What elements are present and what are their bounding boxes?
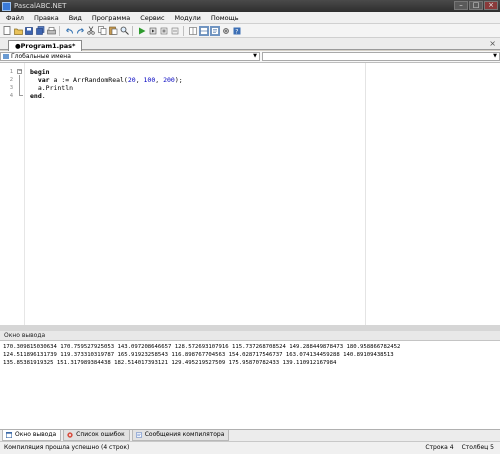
line-number-gutter: 1 2 3 4 (0, 63, 14, 326)
output-line: 135.85381919325 151.317989384438 182.514… (3, 360, 337, 366)
menu-view[interactable]: Вид (69, 14, 82, 22)
app-icon (2, 1, 11, 11)
window-title: PascalABC.NET (14, 2, 67, 10)
output-window[interactable]: 170.309815030634 170.759527925053 143.09… (0, 341, 500, 429)
split-vertical-icon[interactable] (188, 26, 198, 36)
paste-icon[interactable] (108, 26, 118, 36)
tab-output-window[interactable]: Окно вывода (2, 430, 62, 441)
chevron-down-icon: ▼ (253, 53, 257, 59)
cursor-row: Строка 4 (425, 444, 454, 451)
close-button[interactable]: × (484, 1, 498, 10)
print-icon[interactable] (46, 26, 56, 36)
cut-icon[interactable] (86, 26, 96, 36)
tab-label: Список ошибок (76, 431, 125, 438)
right-margin-guide (365, 63, 366, 326)
undo-icon[interactable] (64, 26, 74, 36)
toolbar-separator (132, 25, 136, 36)
fold-toggle-icon[interactable]: − (17, 69, 22, 74)
maximize-button[interactable]: □ (469, 1, 483, 10)
split-horizontal-icon[interactable] (199, 25, 209, 36)
settings-icon[interactable] (221, 26, 231, 36)
status-bar: Компиляция прошла успешно (4 строк) Стро… (0, 441, 500, 454)
chevron-down-icon: ▼ (493, 53, 497, 59)
close-tab-icon[interactable]: × (489, 39, 496, 48)
status-message: Компиляция прошла успешно (4 строк) (4, 444, 130, 451)
step-icon[interactable] (148, 26, 158, 36)
output-window-icon (6, 432, 12, 438)
code-line: a.Println (30, 84, 74, 92)
menu-service[interactable]: Сервис (140, 14, 164, 22)
global-names-dropdown[interactable]: Глобальные имена ▼ (0, 52, 260, 61)
bottom-panel-tabs: Окно вывода Список ошибок Сообщения комп… (0, 429, 500, 441)
menu-modules[interactable]: Модули (175, 14, 201, 22)
toolbar-separator (59, 25, 63, 36)
tab-label: Окно вывода (15, 431, 57, 438)
copy-icon[interactable] (97, 26, 107, 36)
save-icon[interactable] (24, 26, 34, 36)
code-line: begin (30, 68, 50, 76)
toolbar-separator (183, 25, 187, 36)
open-icon[interactable] (13, 26, 23, 36)
output-line: 170.309815030634 170.759527925053 143.09… (3, 344, 401, 350)
error-list-icon (67, 432, 73, 438)
svg-text:?: ? (235, 28, 238, 35)
new-file-icon[interactable] (2, 26, 12, 36)
menu-edit[interactable]: Правка (34, 14, 59, 22)
compiler-messages-icon (135, 432, 142, 438)
members-dropdown[interactable]: ▼ (262, 52, 500, 61)
code-line: var a := ArrRandomReal(20, 100, 200); (30, 76, 183, 84)
code-line: end. (30, 92, 46, 100)
namespace-icon (3, 54, 9, 59)
tab-label: Сообщения компилятора (144, 431, 225, 438)
line-number: 2 (9, 77, 13, 83)
cursor-column: Столбец 5 (461, 444, 494, 451)
run-icon[interactable] (137, 26, 147, 36)
output-panel-header: Окно вывода (0, 331, 500, 341)
menu-program[interactable]: Программа (92, 14, 130, 22)
fold-margin: − (15, 63, 25, 326)
find-icon[interactable] (119, 26, 129, 36)
tab-error-list[interactable]: Список ошибок (63, 430, 130, 441)
help-icon[interactable]: ? (232, 26, 242, 36)
editor-tab-strip: ●Program1.pas* × (0, 38, 500, 51)
tab-compiler-messages[interactable]: Сообщения компилятора (131, 430, 230, 441)
debug-icon[interactable] (170, 26, 180, 36)
save-all-icon[interactable] (35, 26, 45, 36)
stop-icon[interactable] (159, 26, 169, 36)
output-line: 124.511896131739 119.373310319787 165.91… (3, 352, 394, 358)
global-names-value: Глобальные имена (11, 53, 71, 60)
code-editor[interactable]: 1 2 3 4 − begin var a := ArrRandomReal(2… (0, 62, 500, 326)
line-number: 3 (9, 85, 13, 91)
menu-bar: Файл Правка Вид Программа Сервис Модули … (0, 12, 500, 24)
tab-program1[interactable]: ●Program1.pas* (8, 40, 83, 51)
line-number: 1 (9, 69, 13, 75)
title-bar: PascalABC.NET – □ × (0, 0, 500, 12)
menu-file[interactable]: Файл (6, 14, 24, 22)
redo-icon[interactable] (75, 26, 85, 36)
navigation-bar: Глобальные имена ▼ ▼ (0, 51, 500, 62)
minimize-button[interactable]: – (454, 1, 468, 10)
line-number: 4 (9, 93, 13, 99)
output-icon[interactable] (210, 25, 220, 36)
toolbar: ? (0, 24, 500, 38)
menu-help[interactable]: Помощь (211, 14, 239, 22)
